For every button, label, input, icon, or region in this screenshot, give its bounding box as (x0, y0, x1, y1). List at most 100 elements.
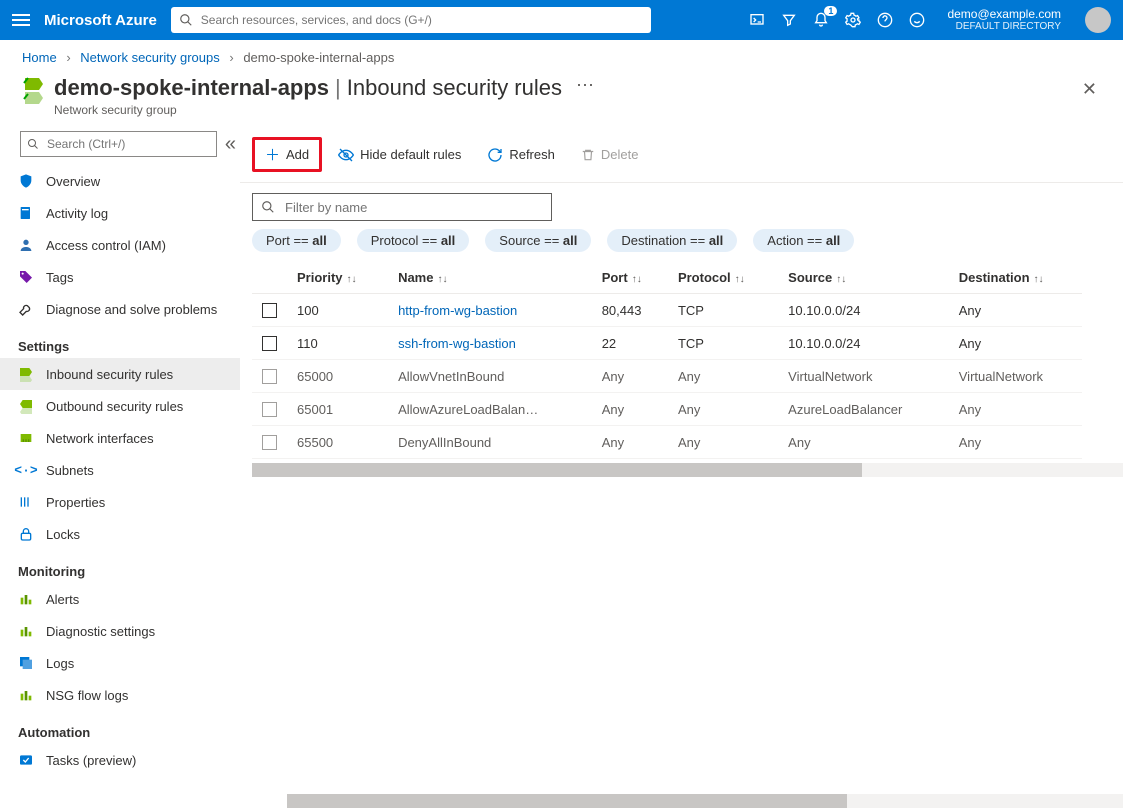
sidebar-search[interactable] (20, 131, 217, 157)
logs-icon (18, 655, 34, 671)
filter-pills: Port == all Protocol == all Source == all D… (240, 229, 1123, 262)
filter-input[interactable] (252, 193, 552, 221)
column-header[interactable]: Port↑↓ (592, 262, 668, 294)
more-icon[interactable]: ⋯ (576, 75, 594, 96)
sidebar-item[interactable]: Alerts (0, 583, 240, 615)
column-header[interactable]: Name↑↓ (388, 262, 592, 294)
breadcrumb-link[interactable]: Network security groups (80, 50, 219, 65)
sidebar-item[interactable]: Activity log (0, 197, 240, 229)
sidebar-item[interactable]: Tasks (preview) (0, 744, 240, 776)
outbound-icon (18, 398, 34, 414)
sidebar-item[interactable]: NSG flow logs (0, 679, 240, 711)
nsg-icon (22, 75, 42, 105)
search-icon (261, 200, 275, 214)
cell-name: AllowAzureLoadBalan… (388, 393, 592, 426)
sidebar-item[interactable]: Properties (0, 486, 240, 518)
table-row[interactable]: 65001 AllowAzureLoadBalan… Any Any Azure… (252, 393, 1082, 426)
brand-label: Microsoft Azure (44, 12, 157, 29)
shield-icon (18, 173, 34, 189)
settings-icon[interactable] (845, 12, 861, 28)
rules-table-wrap: Priority↑↓Name↑↓Port↑↓Protocol↑↓Source↑↓… (252, 262, 1123, 808)
global-search[interactable] (171, 7, 651, 33)
sidebar-item[interactable]: Access control (IAM) (0, 229, 240, 261)
table-scrollbar[interactable] (252, 463, 1123, 477)
column-header[interactable]: Protocol↑↓ (668, 262, 778, 294)
sidebar-item[interactable]: Tags (0, 261, 240, 293)
table-row[interactable]: 65000 AllowVnetInBound Any Any VirtualNe… (252, 360, 1082, 393)
sidebar-item-label: Activity log (46, 206, 108, 221)
filter-icon[interactable] (781, 12, 797, 28)
sidebar-group-header: Automation (0, 711, 240, 744)
row-checkbox[interactable] (262, 303, 277, 318)
wrench-icon (18, 301, 34, 317)
subnet-icon: <·> (18, 463, 34, 478)
sidebar-item[interactable]: <·>Subnets (0, 454, 240, 486)
filter-pill[interactable]: Action == all (753, 229, 854, 252)
sidebar-item[interactable]: Diagnostic settings (0, 615, 240, 647)
sidebar-item-label: NSG flow logs (46, 688, 128, 703)
column-header[interactable]: Destination↑↓ (949, 262, 1082, 294)
sidebar-item[interactable]: Inbound security rules (0, 358, 240, 390)
hide-default-rules-button[interactable]: Hide default rules (328, 143, 471, 167)
page-scrollbar[interactable] (287, 794, 1123, 808)
refresh-icon (487, 147, 503, 163)
column-header[interactable]: Source↑↓ (778, 262, 949, 294)
collapse-sidebar-icon[interactable]: « (225, 133, 236, 156)
cell-name[interactable]: http-from-wg-bastion (388, 294, 592, 327)
sidebar-item[interactable]: Outbound security rules (0, 390, 240, 422)
filter-pill[interactable]: Protocol == all (357, 229, 470, 252)
notifications-icon[interactable]: 1 (813, 12, 829, 28)
filter-pill[interactable]: Source == all (485, 229, 591, 252)
search-icon (27, 138, 39, 150)
filter-input-field[interactable] (283, 199, 543, 216)
sidebar-item[interactable]: Network interfaces (0, 422, 240, 454)
account-info[interactable]: demo@example.com DEFAULT DIRECTORY (947, 8, 1061, 32)
help-icon[interactable] (877, 12, 893, 28)
row-checkbox[interactable] (262, 336, 277, 351)
tasks-icon (18, 752, 34, 768)
feedback-icon[interactable] (909, 12, 925, 28)
breadcrumb-current: demo-spoke-internal-apps (243, 50, 394, 65)
sort-icon: ↑↓ (836, 274, 846, 285)
table-row[interactable]: 100 http-from-wg-bastion 80,443 TCP 10.1… (252, 294, 1082, 327)
add-button[interactable]: ＋ Add (252, 137, 322, 172)
search-icon (179, 13, 193, 27)
cell-source: 10.10.0.0/24 (778, 327, 949, 360)
sidebar-item-label: Alerts (46, 592, 79, 607)
sidebar-item-label: Tags (46, 270, 73, 285)
avatar[interactable] (1085, 7, 1111, 33)
cell-source: 10.10.0.0/24 (778, 294, 949, 327)
lock-icon (18, 526, 34, 542)
sidebar-item[interactable]: Logs (0, 647, 240, 679)
sidebar-item-label: Overview (46, 174, 100, 189)
cell-port: 22 (592, 327, 668, 360)
table-row[interactable]: 65500 DenyAllInBound Any Any Any Any (252, 426, 1082, 459)
delete-button: Delete (571, 143, 649, 166)
properties-icon (18, 494, 34, 510)
sidebar-item[interactable]: Locks (0, 518, 240, 550)
cell-protocol: Any (668, 426, 778, 459)
row-checkbox[interactable] (262, 369, 277, 384)
sidebar-search-input[interactable] (45, 136, 210, 152)
cell-destination: Any (949, 426, 1082, 459)
filter-pill[interactable]: Destination == all (607, 229, 737, 252)
page-header: demo-spoke-internal-apps|Inbound securit… (0, 75, 1123, 131)
cell-protocol: TCP (668, 327, 778, 360)
cell-name[interactable]: ssh-from-wg-bastion (388, 327, 592, 360)
close-icon[interactable]: ✕ (1078, 75, 1101, 104)
sidebar-item[interactable]: Overview (0, 165, 240, 197)
row-checkbox[interactable] (262, 402, 277, 417)
content-pane: ＋ Add Hide default rules Refresh Delete (240, 131, 1123, 808)
sidebar-item[interactable]: Diagnose and solve problems (0, 293, 240, 325)
account-directory: DEFAULT DIRECTORY (956, 21, 1061, 32)
menu-icon[interactable] (12, 14, 30, 26)
table-row[interactable]: 110 ssh-from-wg-bastion 22 TCP 10.10.0.0… (252, 327, 1082, 360)
sidebar-item-label: Diagnose and solve problems (46, 302, 217, 317)
cloud-shell-icon[interactable] (749, 12, 765, 28)
row-checkbox[interactable] (262, 435, 277, 450)
breadcrumb-link[interactable]: Home (22, 50, 57, 65)
column-header[interactable]: Priority↑↓ (287, 262, 388, 294)
global-search-input[interactable] (199, 12, 643, 28)
filter-pill[interactable]: Port == all (252, 229, 341, 252)
refresh-button[interactable]: Refresh (477, 143, 565, 167)
